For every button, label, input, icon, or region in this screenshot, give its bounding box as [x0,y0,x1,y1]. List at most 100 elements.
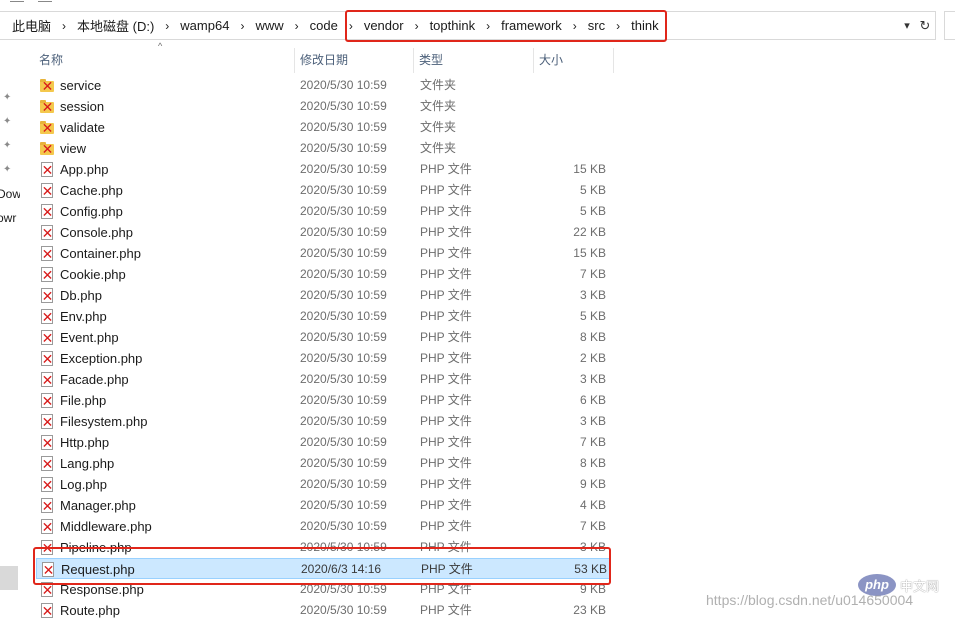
file-name: Exception.php [60,351,143,366]
file-row[interactable]: ✕ Container.php 2020/5/30 10:59 PHP 文件 15 KB [36,243,611,264]
file-row[interactable]: ✕ service 2020/5/30 10:59 文件夹 [36,75,611,96]
file-row[interactable]: ✕ Log.php 2020/5/30 10:59 PHP 文件 9 KB [36,474,611,495]
breadcrumb-item[interactable]: code [308,18,340,33]
php-file-icon: ✕ [40,456,54,472]
breadcrumb-item[interactable]: framework [499,18,564,33]
file-row[interactable]: ✕ Event.php 2020/5/30 10:59 PHP 文件 8 KB [36,327,611,348]
file-row[interactable]: ✕ Exception.php 2020/5/30 10:59 PHP 文件 2 KB [36,348,611,369]
file-row[interactable]: ✕ session 2020/5/30 10:59 文件夹 [36,96,611,117]
column-size[interactable]: 大小 [539,48,563,73]
sort-ascending-icon: ^ [158,41,163,51]
file-size: 15 KB [573,162,606,176]
column-divider[interactable] [613,48,614,73]
file-size: 9 KB [579,477,606,491]
file-type: PHP 文件 [420,456,472,470]
file-row[interactable]: ✕ Manager.php 2020/5/30 10:59 PHP 文件 4 KB [36,495,611,516]
file-size: 3 KB [579,372,606,386]
file-row[interactable]: ✕ Console.php 2020/5/30 10:59 PHP 文件 22 KB [36,222,611,243]
column-type[interactable]: 类型 [419,48,443,73]
address-history-dropdown[interactable]: ▾ [899,16,915,35]
file-row[interactable]: ✕ Pipeline.php 2020/5/30 10:59 PHP 文件 3 KB [36,537,611,558]
breadcrumb-separator[interactable]: › [564,19,586,33]
column-divider[interactable] [413,48,414,73]
php-file-icon: ✕ [40,477,54,493]
file-date: 2020/5/30 10:59 [300,162,387,176]
breadcrumb-item[interactable]: src [586,18,607,33]
file-name: Cookie.php [60,267,126,282]
pin-icon[interactable]: ✦ [3,92,15,104]
file-row[interactable]: ✕ App.php 2020/5/30 10:59 PHP 文件 15 KB [36,159,611,180]
file-size: 15 KB [573,246,606,260]
breadcrumb-separator[interactable]: › [340,19,362,33]
file-row[interactable]: ✕ Cache.php 2020/5/30 10:59 PHP 文件 5 KB [36,180,611,201]
file-row[interactable]: ✕ Facade.php 2020/5/30 10:59 PHP 文件 3 KB [36,369,611,390]
watermark-url: https://blog.csdn.net/u014650004 [706,592,914,608]
breadcrumb-item[interactable]: vendor [362,18,406,33]
file-type: 文件夹 [420,78,457,92]
search-input[interactable] [944,11,955,40]
column-divider[interactable] [533,48,534,73]
breadcrumb-separator[interactable]: › [406,19,428,33]
breadcrumb-item[interactable]: 此电脑 [10,16,53,35]
error-x-icon: ✕ [41,184,54,200]
file-name: Middleware.php [60,519,152,534]
breadcrumb-item[interactable]: think [629,18,660,33]
ribbon-tab-edge[interactable] [38,0,52,2]
file-row[interactable]: ✕ validate 2020/5/30 10:59 文件夹 [36,117,611,138]
file-row[interactable]: ✕ File.php 2020/5/30 10:59 PHP 文件 6 KB [36,390,611,411]
breadcrumb-separator[interactable]: › [607,19,629,33]
file-row[interactable]: ✕ view 2020/5/30 10:59 文件夹 [36,138,611,159]
pin-icon[interactable]: ✦ [3,164,15,176]
file-name: Lang.php [60,456,115,471]
breadcrumb-separator[interactable]: › [53,19,75,33]
php-file-icon: ✕ [40,162,54,178]
file-row[interactable]: ✕ Http.php 2020/5/30 10:59 PHP 文件 7 KB [36,432,611,453]
breadcrumb-separator[interactable]: › [231,19,253,33]
pin-icon[interactable]: ✦ [3,140,15,152]
php-file-icon: ✕ [40,288,54,304]
pin-icon[interactable]: ✦ [3,116,15,128]
file-row[interactable]: ✕ Middleware.php 2020/5/30 10:59 PHP 文件 7 KB [36,516,611,537]
php-file-icon: ✕ [40,225,54,241]
refresh-button[interactable]: ↻ [916,16,934,35]
error-x-icon: ✕ [41,268,54,284]
file-row[interactable]: ✕ Config.php 2020/5/30 10:59 PHP 文件 5 KB [36,201,611,222]
file-row[interactable]: ✕ Env.php 2020/5/30 10:59 PHP 文件 5 KB [36,306,611,327]
column-divider[interactable] [294,48,295,73]
column-name[interactable]: 名称 [39,48,63,73]
file-row[interactable]: ✕ Cookie.php 2020/5/30 10:59 PHP 文件 7 KB [36,264,611,285]
breadcrumb-separator[interactable]: › [156,19,178,33]
error-x-icon: ✕ [41,541,54,557]
breadcrumb-item[interactable]: topthink [428,18,478,33]
file-row[interactable]: ✕ Response.php 2020/5/30 10:59 PHP 文件 9 KB [36,579,611,600]
error-x-icon: ✕ [41,352,54,368]
file-name: Pipeline.php [60,540,132,555]
nav-item-selected[interactable] [0,566,18,590]
file-row[interactable]: ✕ Route.php 2020/5/30 10:59 PHP 文件 23 KB [36,600,611,618]
breadcrumb-separator[interactable]: › [477,19,499,33]
file-date: 2020/5/30 10:59 [300,204,387,218]
file-name: Container.php [60,246,141,261]
chevron-down-icon: ▾ [904,20,910,32]
breadcrumb-separator[interactable]: › [286,19,308,33]
file-row[interactable]: ✕ Request.php 2020/6/3 14:16 PHP 文件 53 KB [36,558,611,579]
breadcrumb-item[interactable]: wamp64 [178,18,231,33]
ribbon-tab-edge[interactable] [10,0,24,2]
php-file-icon: ✕ [40,393,54,409]
file-row[interactable]: ✕ Lang.php 2020/5/30 10:59 PHP 文件 8 KB [36,453,611,474]
nav-item-label[interactable]: owr [0,211,16,225]
nav-item-downloads[interactable]: Dow [0,187,20,201]
file-size: 5 KB [579,183,606,197]
file-type: PHP 文件 [420,393,472,407]
address-bar[interactable]: 此电脑 › 本地磁盘 (D:) › wamp64 › www › code › vendor › top… [0,11,936,40]
error-x-icon: ✕ [41,310,54,326]
file-row[interactable]: ✕ Db.php 2020/5/30 10:59 PHP 文件 3 KB [36,285,611,306]
breadcrumb-item[interactable]: 本地磁盘 (D:) [75,16,156,35]
file-name: Manager.php [60,498,136,513]
file-type: PHP 文件 [420,414,472,428]
breadcrumb-item[interactable]: www [253,18,285,33]
file-row[interactable]: ✕ Filesystem.php 2020/5/30 10:59 PHP 文件 3 KB [36,411,611,432]
php-file-icon: ✕ [40,582,54,598]
column-date[interactable]: 修改日期 [300,48,348,73]
error-x-icon: ✕ [41,226,54,242]
